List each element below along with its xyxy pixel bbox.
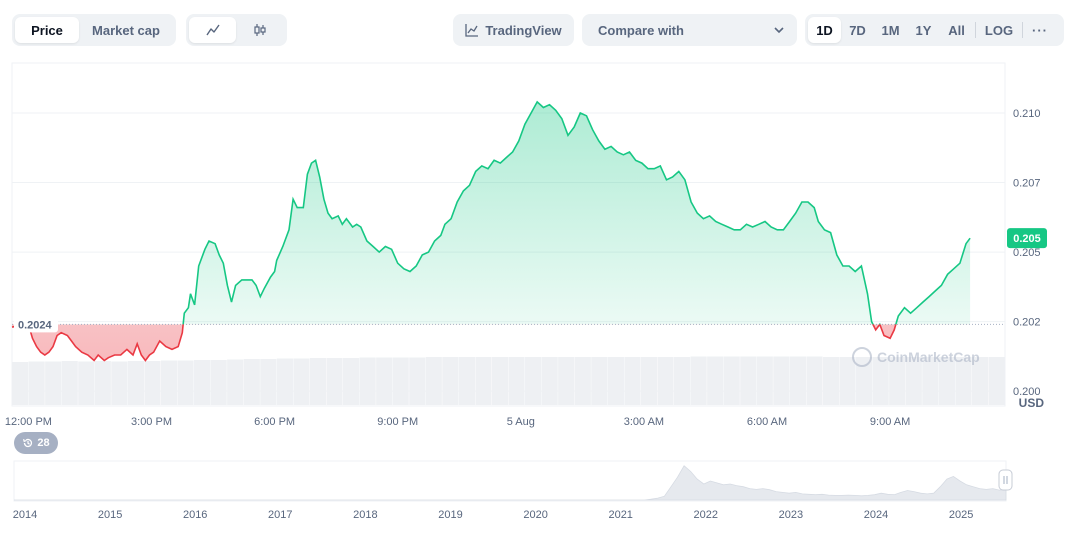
reference-price-tag: 0.2024	[14, 316, 58, 333]
year-tick-label: 2022	[694, 509, 718, 521]
volume-bar	[293, 358, 310, 405]
volume-bar	[409, 357, 426, 405]
year-tick-label: 2024	[864, 509, 888, 521]
volume-bar	[657, 357, 674, 405]
volume-bar	[806, 356, 823, 405]
history-navigator[interactable]	[13, 460, 1007, 502]
x-tick-label: 12:00 PM	[5, 416, 52, 428]
volume-bar	[624, 357, 641, 405]
volume-bar	[425, 357, 442, 405]
history-icon	[23, 438, 33, 448]
volume-bar	[740, 356, 757, 405]
volume-bar	[707, 356, 724, 405]
volume-bar	[458, 357, 475, 405]
volume-bar	[756, 356, 773, 405]
x-tick-label: 3:00 AM	[624, 416, 664, 428]
volume-bar	[690, 356, 707, 405]
volume-bar	[491, 357, 509, 405]
volume-bar	[111, 361, 128, 405]
volume-bar	[45, 361, 62, 405]
year-tick-label: 2015	[98, 509, 122, 521]
volume-bar	[442, 357, 459, 405]
volume-bar	[78, 361, 95, 405]
y-tick-label: 0.207	[1013, 178, 1041, 190]
x-tick-label: 5 Aug	[507, 416, 535, 428]
volume-bar	[94, 361, 111, 405]
year-tick-label: 2016	[183, 509, 207, 521]
year-tick-label: 2018	[353, 509, 377, 521]
volume-bar	[260, 359, 277, 405]
history-badge[interactable]: 28	[14, 432, 58, 454]
watermark-text: CoinMarketCap	[877, 349, 980, 365]
y-tick-label: 0.202	[1013, 317, 1041, 329]
volume-bar	[541, 357, 558, 405]
volume-bar	[607, 357, 624, 405]
x-tick-label: 6:00 AM	[747, 416, 787, 428]
y-tick-label: 0.210	[1013, 108, 1041, 120]
volume-bar	[194, 360, 211, 405]
volume-bar	[61, 361, 78, 405]
volume-bar	[789, 356, 806, 405]
volume-bar	[988, 357, 1005, 405]
year-tick-label: 2021	[608, 509, 632, 521]
volume-bar	[574, 357, 591, 405]
year-tick-label: 2017	[268, 509, 292, 521]
volume-bar	[359, 357, 376, 405]
volume-bar	[591, 357, 608, 405]
year-tick-label: 2025	[949, 509, 973, 521]
year-tick-label: 2020	[523, 509, 547, 521]
navigator-handle[interactable]	[998, 469, 1013, 491]
volume-bar	[12, 362, 29, 405]
volume-bar	[773, 356, 790, 405]
volume-bar	[558, 357, 575, 405]
y-axis: 0.2100.2070.2050.2020.200	[1013, 108, 1041, 398]
volume-bar	[343, 358, 360, 405]
x-tick-label: 9:00 AM	[870, 416, 910, 428]
volume-bar	[177, 360, 194, 405]
volume-bar	[144, 361, 161, 405]
volume-bar	[326, 358, 343, 405]
history-year-axis: 2014 2015 2016 2017 2018 2019 2020 2021 2022 2023…	[13, 509, 974, 521]
volume-bar	[392, 357, 409, 405]
volume-bar	[210, 360, 227, 405]
volume-bar	[227, 359, 244, 405]
volume-bar	[674, 357, 691, 405]
year-tick-label: 2019	[438, 509, 462, 521]
volume-bar	[127, 361, 144, 405]
volume-bar	[475, 357, 492, 405]
volume-bar	[525, 357, 542, 405]
history-area	[14, 465, 1007, 501]
volume-bar	[309, 358, 327, 405]
year-tick-label: 2023	[779, 509, 803, 521]
volume-bar	[723, 356, 740, 405]
volume-bar	[276, 358, 293, 405]
volume-bar	[839, 357, 856, 405]
history-count: 28	[37, 437, 50, 449]
year-tick-label: 2014	[13, 509, 37, 521]
volume-bar	[822, 357, 840, 405]
x-axis: 12:00 PM 3:00 PM 6:00 PM 9:00 PM 5 Aug 3:00 A…	[5, 416, 910, 428]
y-tick-label: 0.205	[1013, 247, 1041, 259]
volume-bar	[243, 359, 260, 405]
x-tick-label: 9:00 PM	[377, 416, 418, 428]
reference-price-label: 0.2024	[18, 319, 53, 331]
current-price-label: 0.205	[1013, 233, 1041, 245]
volume-bar	[28, 361, 45, 405]
volume-bar	[376, 357, 393, 405]
x-tick-label: 3:00 PM	[131, 416, 172, 428]
volume-bar	[160, 360, 178, 405]
volume-bar	[640, 357, 658, 405]
price-chart[interactable]: CoinMarketCap 0.2024 0.210 0.207 0.205 0.20…	[0, 0, 1077, 539]
x-tick-label: 6:00 PM	[254, 416, 295, 428]
current-price-tag: 0.205	[1007, 228, 1047, 249]
volume-bar	[508, 357, 525, 405]
currency-label: USD	[1019, 396, 1045, 410]
